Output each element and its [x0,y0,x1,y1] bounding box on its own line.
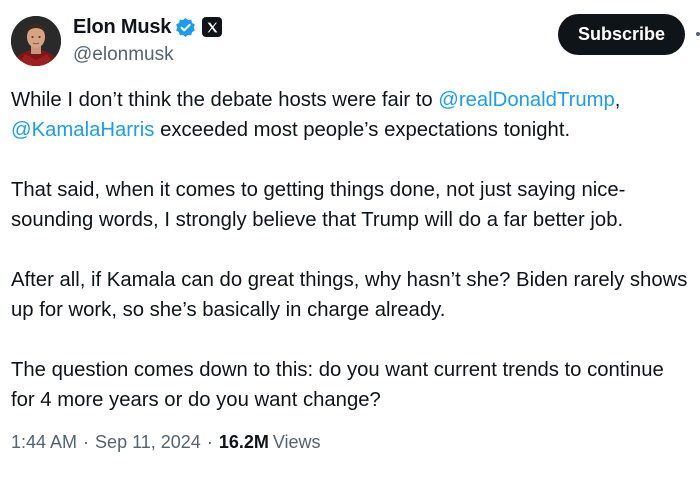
author-display-name[interactable]: Elon Musk [73,16,171,39]
tweet-card: Elon Musk @elonmusk Subscribe While I do… [0,0,700,478]
tweet-text-segment: While I don’t think the debate hosts wer… [11,89,439,111]
subscribe-button[interactable]: Subscribe [558,14,685,55]
x-logo-icon[interactable] [202,17,223,37]
tweet-paragraph-1: While I don’t think the debate hosts wer… [11,85,691,145]
verified-badge-icon[interactable] [175,17,196,38]
tweet-paragraph-2: That said, when it comes to getting thin… [11,179,626,231]
meta-separator: · [206,432,213,452]
tweet-text: While I don’t think the debate hosts wer… [11,85,691,415]
name-row: Elon Musk [73,13,223,41]
avatar[interactable] [11,16,61,66]
tweet-text-segment: exceeded most people’s expectations toni… [154,119,571,141]
tweet-text-segment: , [614,89,621,111]
author-handle[interactable]: @elonmusk [73,44,222,66]
mention-kamalaharris[interactable]: @KamalaHarris [11,119,154,141]
more-options-icon[interactable] [695,27,700,41]
views-count[interactable]: 16.2M [219,432,269,453]
views-label[interactable]: Views [273,432,321,453]
tweet-header: Elon Musk @elonmusk Subscribe [0,0,700,80]
author-names: Elon Musk @elonmusk [73,13,223,66]
tweet-meta: 1:44 AM · Sep 11, 2024 · 16.2M Views [11,432,321,453]
tweet-paragraph-4: The question comes down to this: do you … [11,359,664,411]
meta-separator: · [83,432,90,452]
tweet-time[interactable]: 1:44 AM [11,432,77,453]
tweet-paragraph-3: After all, if Kamala can do great things… [11,269,688,321]
mention-realdonaldtrump[interactable]: @realDonaldTrump [438,89,615,111]
tweet-date[interactable]: Sep 11, 2024 [95,432,201,453]
